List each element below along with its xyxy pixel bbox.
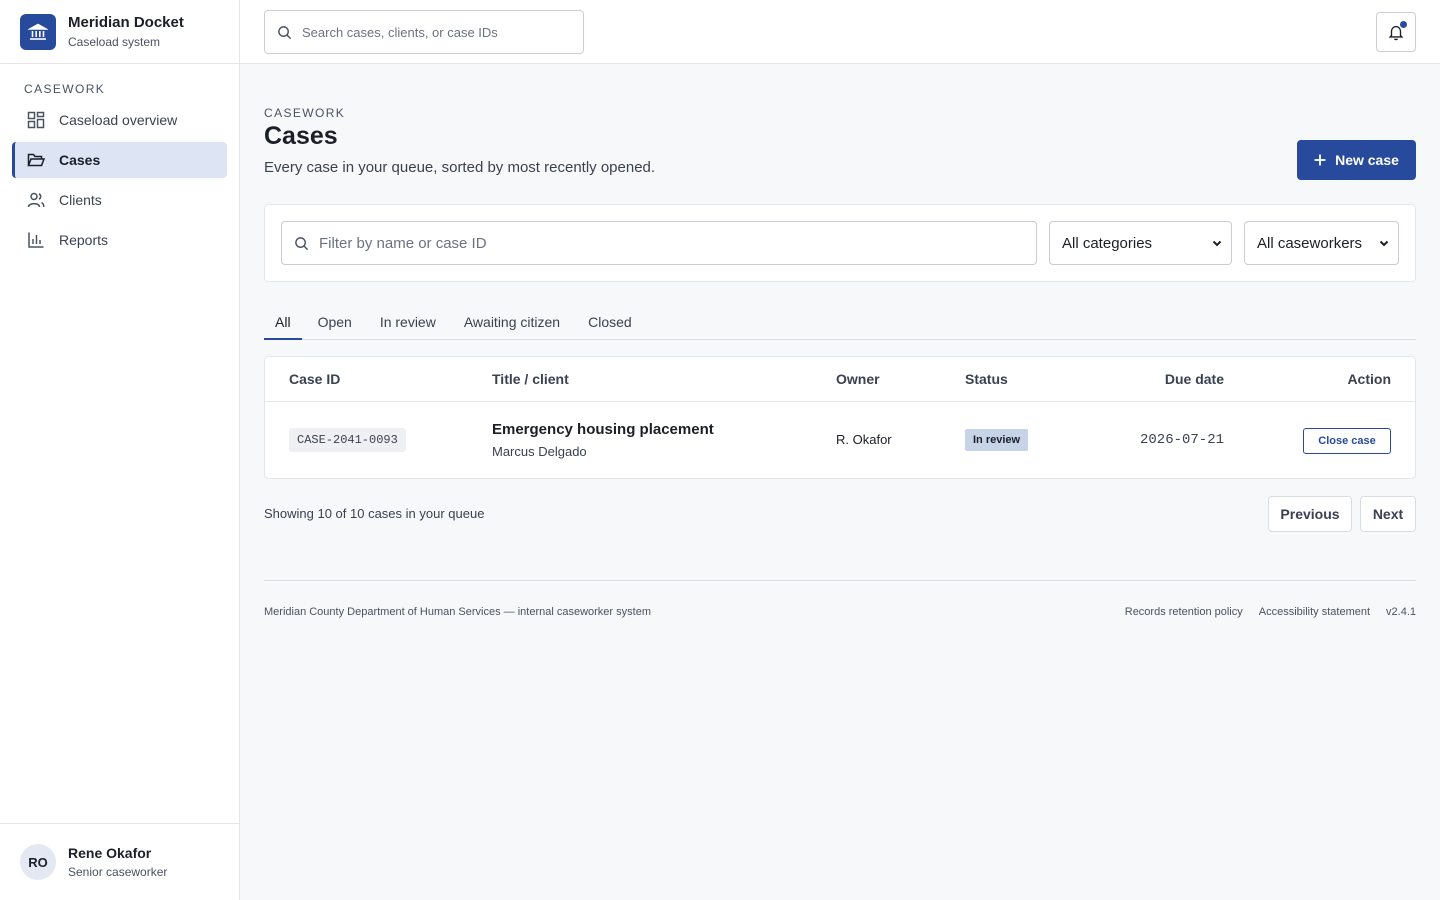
sidebar-item-caseload-overview[interactable]: Caseload overview bbox=[12, 102, 227, 138]
search-icon bbox=[278, 25, 292, 39]
notifications-button[interactable] bbox=[1376, 12, 1416, 52]
avatar: RO bbox=[20, 844, 56, 880]
tab-awaiting-citizen[interactable]: Awaiting citizen bbox=[464, 308, 560, 340]
tab-closed[interactable]: Closed bbox=[588, 308, 632, 340]
column-header-owner[interactable]: Owner bbox=[836, 371, 880, 387]
app-version: v2.4.1 bbox=[1386, 606, 1416, 618]
column-header-action: Action bbox=[1347, 371, 1391, 387]
tab-open[interactable]: Open bbox=[318, 308, 352, 340]
user-name: Rene Okafor bbox=[68, 845, 152, 861]
page-eyebrow: CASEWORK bbox=[264, 106, 346, 120]
column-header-status[interactable]: Status bbox=[965, 371, 1008, 387]
pagination-summary: Showing 10 of 10 cases in your queue bbox=[264, 506, 485, 521]
new-case-button[interactable]: New case bbox=[1297, 140, 1416, 180]
close-case-button[interactable]: Close case bbox=[1303, 428, 1391, 454]
chevron-down-icon bbox=[1379, 240, 1389, 247]
sidebar-item-clients[interactable]: Clients bbox=[12, 182, 227, 218]
table-row[interactable]: CASE-2041-0093 Emergency housing placeme… bbox=[265, 402, 1415, 478]
footer-org: Meridian County Department of Human Serv… bbox=[264, 606, 651, 618]
sidebar-item-reports[interactable]: Reports bbox=[12, 222, 227, 258]
brand: Meridian Docket Caseload system bbox=[0, 0, 239, 64]
sidebar-item-label: Cases bbox=[59, 152, 101, 168]
sidebar-item-label: Reports bbox=[59, 232, 109, 248]
filter-panel: All categories All caseworkers bbox=[264, 204, 1416, 282]
case-title[interactable]: Emergency housing placement bbox=[492, 421, 714, 438]
courthouse-logo-icon bbox=[20, 13, 56, 50]
global-search-input[interactable] bbox=[302, 24, 572, 40]
search-icon bbox=[295, 236, 309, 250]
tab-in-review[interactable]: In review bbox=[380, 308, 436, 340]
app-name: Meridian Docket bbox=[68, 13, 184, 31]
folder-open-icon bbox=[27, 153, 46, 167]
footer-link-retention-policy[interactable]: Records retention policy bbox=[1125, 606, 1243, 618]
top-bar bbox=[240, 0, 1440, 64]
user-role: Senior caseworker bbox=[68, 865, 168, 879]
tab-all[interactable]: All bbox=[264, 308, 302, 340]
sidebar: Meridian Docket Caseload system CASEWORK… bbox=[0, 0, 240, 900]
filter-search bbox=[281, 221, 1037, 265]
column-header-due-date[interactable]: Due date bbox=[1165, 371, 1224, 387]
case-client: Marcus Delgado bbox=[492, 444, 587, 459]
plus-icon bbox=[1314, 154, 1326, 166]
next-page-button[interactable]: Next bbox=[1360, 496, 1416, 532]
case-due-date: 2026-07-21 bbox=[1139, 432, 1224, 448]
case-id-chip: CASE-2041-0093 bbox=[289, 428, 406, 452]
column-header-case-id[interactable]: Case ID bbox=[289, 371, 340, 387]
caseworker-select[interactable]: All caseworkers bbox=[1244, 221, 1399, 265]
caseworker-select-value: All caseworkers bbox=[1257, 234, 1363, 252]
status-tabs: All Open In review Awaiting citizen Clos… bbox=[264, 308, 1416, 340]
sidebar-item-cases[interactable]: Cases bbox=[12, 142, 227, 178]
category-select[interactable]: All categories bbox=[1049, 221, 1232, 265]
filter-search-input[interactable] bbox=[319, 234, 1019, 252]
global-search bbox=[264, 10, 584, 54]
app-subtitle: Caseload system bbox=[68, 34, 161, 49]
notification-unread-dot bbox=[1400, 21, 1407, 28]
sidebar-nav: Caseload overview Cases Clients Reports bbox=[0, 102, 239, 258]
footer-links: Records retention policy Accessibility s… bbox=[1109, 606, 1416, 618]
footer-divider bbox=[264, 580, 1416, 581]
previous-page-button[interactable]: Previous bbox=[1268, 496, 1352, 532]
footer-link-accessibility[interactable]: Accessibility statement bbox=[1259, 606, 1370, 618]
users-icon bbox=[27, 192, 45, 208]
new-case-label: New case bbox=[1335, 152, 1399, 168]
table-header: Case ID Title / client Owner Status Due … bbox=[265, 357, 1415, 402]
cases-table: Case ID Title / client Owner Status Due … bbox=[264, 356, 1416, 479]
grid-icon bbox=[27, 111, 45, 129]
bar-chart-icon bbox=[28, 232, 44, 248]
nav-section-label: CASEWORK bbox=[24, 82, 106, 96]
sidebar-item-label: Clients bbox=[59, 192, 102, 208]
chevron-down-icon bbox=[1212, 240, 1222, 247]
page-description: Every case in your queue, sorted by most… bbox=[264, 159, 656, 176]
status-badge: In review bbox=[965, 429, 1029, 451]
case-owner: R. Okafor bbox=[836, 432, 892, 447]
sidebar-item-label: Caseload overview bbox=[59, 112, 178, 128]
user-profile[interactable]: RO Rene Okafor Senior caseworker bbox=[0, 823, 239, 900]
page-title: Cases bbox=[264, 122, 338, 150]
column-header-title[interactable]: Title / client bbox=[492, 371, 569, 387]
category-select-value: All categories bbox=[1062, 234, 1153, 252]
